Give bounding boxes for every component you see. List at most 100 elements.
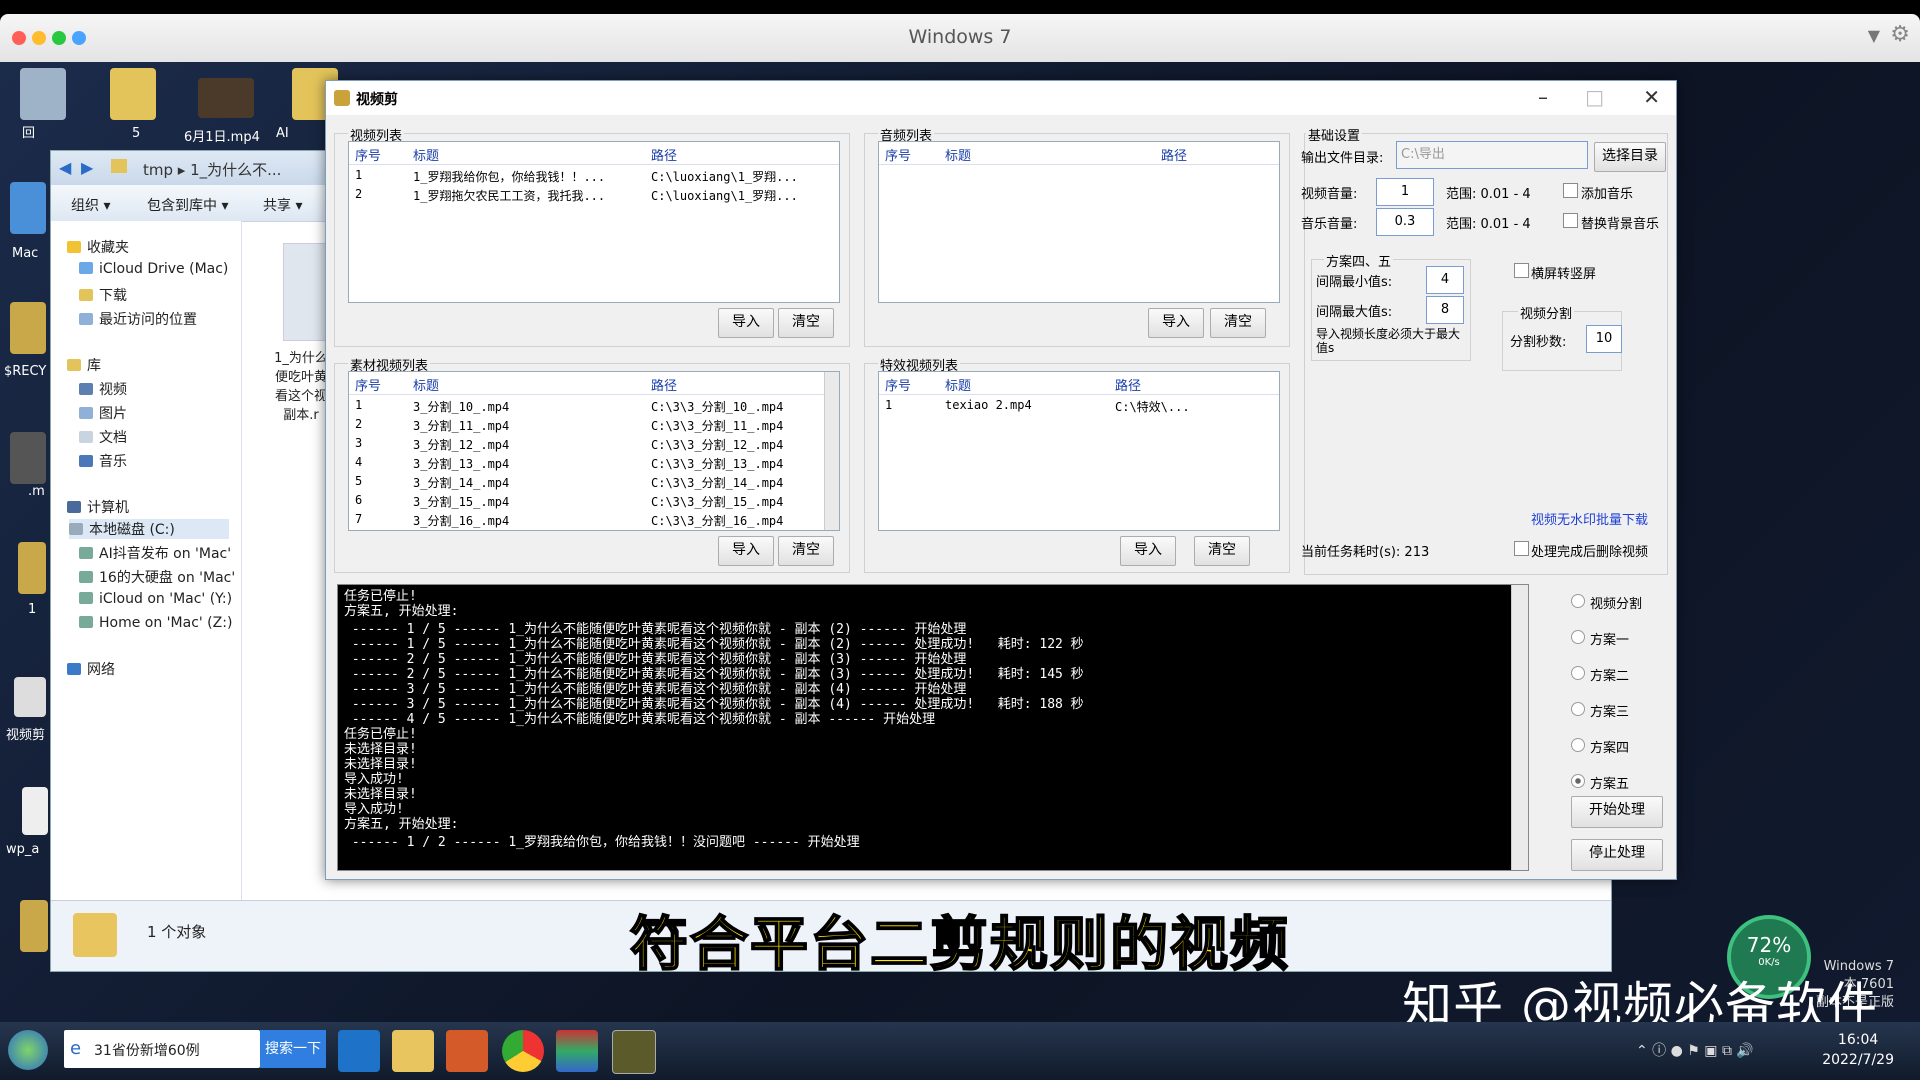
batch-download-link[interactable]: 视频无水印批量下载: [1531, 509, 1648, 528]
nav-network-drive[interactable]: 16的大硬盘 on 'Mac': [79, 567, 235, 587]
nav-network-drive[interactable]: AI抖音发布 on 'Mac': [79, 543, 231, 563]
audio-import-button[interactable]: 导入: [1148, 308, 1204, 338]
col-index[interactable]: 序号: [355, 145, 381, 164]
nav-icloud-drive[interactable]: iCloud Drive (Mac): [79, 261, 228, 277]
nav-pictures[interactable]: 图片: [79, 403, 127, 423]
min-interval-input[interactable]: 4: [1426, 266, 1464, 294]
col-index[interactable]: 序号: [885, 375, 911, 394]
nav-favorites[interactable]: 收藏夹: [67, 237, 129, 257]
material-clear-button[interactable]: 清空: [778, 536, 834, 566]
browser-search-box[interactable]: e 31省份新增60例: [64, 1030, 260, 1068]
effect-list-table[interactable]: 序号 标题 路径 1 texiao 2.mp4 C:\特效\...: [878, 371, 1280, 531]
nav-local-disk-c[interactable]: 本地磁盘 (C:): [69, 519, 229, 539]
table-row[interactable]: 1 texiao 2.mp4 C:\特效\...: [879, 396, 1279, 415]
music-volume-input[interactable]: 0.3: [1376, 208, 1434, 236]
document-icon[interactable]: [22, 787, 48, 835]
nav-videos[interactable]: 视频: [79, 379, 127, 399]
material-list-table[interactable]: 序号 标题 路径 1 3_分割_10_.mp4 C:\3\3_分割_10_.mp4 …: [348, 371, 840, 531]
table-row[interactable]: 2 3_分割_11_.mp4 C:\3\3_分割_11_.mp4: [349, 415, 839, 434]
col-path[interactable]: 路径: [1115, 375, 1141, 394]
recycle-bin-icon[interactable]: [20, 68, 66, 120]
mode-radio-scheme1[interactable]: [1571, 630, 1585, 644]
video-thumbnail-icon[interactable]: [198, 78, 254, 118]
table-row[interactable]: 5 3_分割_14_.mp4 C:\3\3_分割_14_.mp4: [349, 472, 839, 491]
file-explorer-icon[interactable]: [392, 1030, 434, 1072]
nav-music[interactable]: 音乐: [79, 451, 127, 471]
clock[interactable]: 16:04 2022/7/29: [1822, 1030, 1894, 1070]
nav-computer[interactable]: 计算机: [67, 497, 129, 517]
back-icon[interactable]: ◀: [59, 158, 71, 177]
video-file-thumbnail[interactable]: [283, 243, 329, 341]
col-index[interactable]: 序号: [885, 145, 911, 164]
toolbar-include-library[interactable]: 包含到库中 ▾: [147, 195, 228, 215]
nav-network-drive[interactable]: iCloud on 'Mac' (Y:): [79, 591, 232, 607]
search-button[interactable]: 搜索一下: [260, 1030, 326, 1068]
mode-radio-split[interactable]: [1571, 594, 1585, 608]
material-import-button[interactable]: 导入: [718, 536, 774, 566]
nav-documents[interactable]: 文档: [79, 427, 127, 447]
audio-list-table[interactable]: 序号 标题 路径: [878, 141, 1280, 303]
nav-downloads[interactable]: 下载: [79, 285, 127, 305]
gear-icon[interactable]: ⚙: [1890, 22, 1910, 47]
table-row[interactable]: 1 3_分割_10_.mp4 C:\3\3_分割_10_.mp4: [349, 396, 839, 415]
effect-clear-button[interactable]: 清空: [1194, 536, 1250, 566]
mac-drive-icon[interactable]: [10, 182, 46, 234]
internet-explorer-icon[interactable]: [338, 1030, 380, 1072]
file-icon[interactable]: [10, 432, 46, 484]
maximize-button[interactable]: □: [1585, 85, 1604, 109]
add-music-checkbox[interactable]: [1563, 183, 1578, 198]
nav-recent-places[interactable]: 最近访问的位置: [79, 309, 197, 329]
col-title[interactable]: 标题: [413, 145, 439, 164]
start-button-icon[interactable]: [8, 1030, 48, 1070]
folder-icon[interactable]: [10, 302, 46, 354]
output-dir-field[interactable]: C:\导出: [1396, 141, 1588, 169]
mode-radio-scheme3[interactable]: [1571, 702, 1585, 716]
col-path[interactable]: 路径: [651, 145, 677, 164]
toolbar-organize[interactable]: 组织 ▾: [71, 195, 110, 215]
col-path[interactable]: 路径: [1161, 145, 1187, 164]
tray-icons[interactable]: ⌃ ⓘ ● ⚑ ▣ ⧉ 🔊: [1636, 1040, 1754, 1060]
table-row[interactable]: 4 3_分割_13_.mp4 C:\3\3_分割_13_.mp4: [349, 453, 839, 472]
table-row[interactable]: 6 3_分割_15_.mp4 C:\3\3_分割_15_.mp4: [349, 491, 839, 510]
media-player-icon[interactable]: [446, 1030, 488, 1072]
video-list-table[interactable]: 序号 标题 路径 1 1_罗翔我给你包，你给我钱！！... C:\luoxian…: [348, 141, 840, 303]
chrome-icon[interactable]: [502, 1030, 544, 1072]
effect-import-button[interactable]: 导入: [1120, 536, 1176, 566]
landscape-to-portrait-checkbox[interactable]: [1514, 263, 1529, 278]
toolbar-share[interactable]: 共享 ▾: [263, 195, 302, 215]
forward-icon[interactable]: ▶: [81, 158, 93, 177]
log-console[interactable]: 任务已停止! 方案五, 开始处理: ------ 1 / 5 ------ 1_…: [337, 584, 1529, 871]
mode-radio-scheme2[interactable]: [1571, 666, 1585, 680]
table-row[interactable]: 1 1_罗翔我给你包，你给我钱！！... C:\luoxiang\1_罗翔...: [349, 166, 839, 185]
console-scrollbar[interactable]: [1511, 585, 1528, 870]
table-row[interactable]: 7 3_分割_16_.mp4 C:\3\3_分割_16_.mp4: [349, 510, 839, 529]
delete-after-checkbox[interactable]: [1514, 541, 1529, 556]
video-clear-button[interactable]: 清空: [778, 308, 834, 338]
choose-dir-button[interactable]: 选择目录: [1594, 142, 1666, 172]
app-taskbar-icon[interactable]: [556, 1030, 598, 1072]
col-path[interactable]: 路径: [651, 375, 677, 394]
minimize-button[interactable]: –: [1538, 85, 1548, 109]
audio-clear-button[interactable]: 清空: [1210, 308, 1266, 338]
stop-processing-button[interactable]: 停止处理: [1571, 839, 1663, 871]
video-editor-taskbar-icon[interactable]: [612, 1030, 656, 1074]
nav-network-drive[interactable]: Home on 'Mac' (Z:): [79, 615, 232, 631]
nav-network[interactable]: 网络: [67, 659, 115, 679]
mode-radio-scheme4[interactable]: [1571, 738, 1585, 752]
folder-icon[interactable]: [18, 542, 46, 594]
nav-libraries[interactable]: 库: [67, 355, 101, 375]
col-title[interactable]: 标题: [945, 145, 971, 164]
app-shortcut-icon[interactable]: [14, 677, 46, 717]
replace-bg-music-checkbox[interactable]: [1563, 213, 1578, 228]
table-row[interactable]: 3 3_分割_12_.mp4 C:\3\3_分割_12_.mp4: [349, 434, 839, 453]
mode-radio-scheme5[interactable]: [1571, 774, 1585, 788]
material-list-scrollbar[interactable]: [824, 372, 839, 530]
video-import-button[interactable]: 导入: [718, 308, 774, 338]
chevron-down-icon[interactable]: ▼: [1868, 26, 1880, 45]
col-index[interactable]: 序号: [355, 375, 381, 394]
col-title[interactable]: 标题: [945, 375, 971, 394]
folder-icon[interactable]: [110, 68, 156, 120]
max-interval-input[interactable]: 8: [1426, 296, 1464, 324]
col-title[interactable]: 标题: [413, 375, 439, 394]
table-row[interactable]: 2 1_罗翔拖欠农民工工资，我托我... C:\luoxiang\1_罗翔...: [349, 185, 839, 204]
